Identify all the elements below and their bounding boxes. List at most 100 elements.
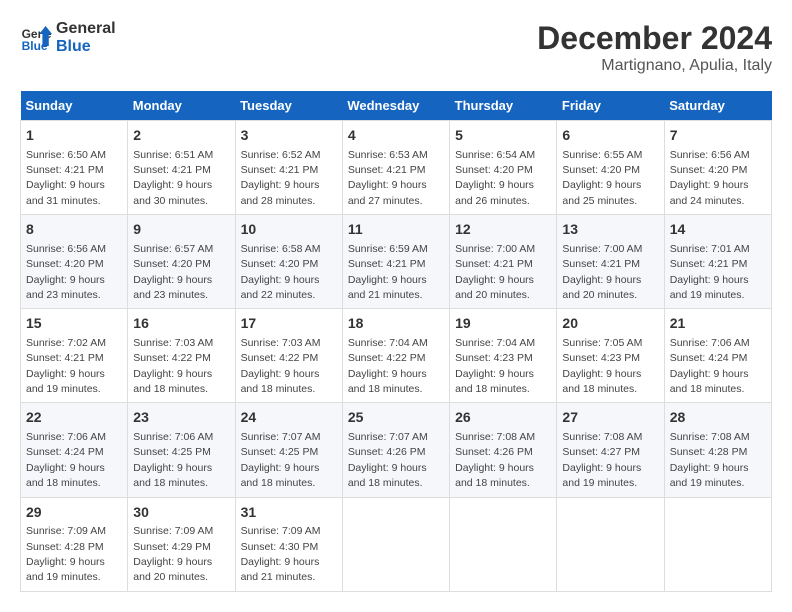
day-number: 22 [26,408,122,428]
day-info: Sunrise: 7:07 AMSunset: 4:25 PMDaylight:… [241,431,321,489]
day-number: 4 [348,126,444,146]
header: General Blue General Blue December 2024 … [20,20,772,75]
day-number: 21 [670,314,766,334]
day-info: Sunrise: 6:59 AMSunset: 4:21 PMDaylight:… [348,243,428,301]
calendar-cell: 9 Sunrise: 6:57 AMSunset: 4:20 PMDaylight… [128,215,235,309]
weekday-header-sunday: Sunday [21,91,128,121]
calendar-cell: 18 Sunrise: 7:04 AMSunset: 4:22 PMDayligh… [342,309,449,403]
calendar-cell: 6 Sunrise: 6:55 AMSunset: 4:20 PMDaylight… [557,121,664,215]
weekday-header-saturday: Saturday [664,91,771,121]
day-info: Sunrise: 7:04 AMSunset: 4:23 PMDaylight:… [455,337,535,395]
month-year-title: December 2024 [537,20,772,57]
calendar-cell: 13Sunrise: 7:00 AMSunset: 4:21 PMDayligh… [557,215,664,309]
calendar-week-5: 29Sunrise: 7:09 AMSunset: 4:28 PMDayligh… [21,497,772,591]
calendar-cell: 3 Sunrise: 6:52 AMSunset: 4:21 PMDaylight… [235,121,342,215]
calendar-cell: 21 Sunrise: 7:06 AMSunset: 4:24 PMDayligh… [664,309,771,403]
day-info: Sunrise: 7:07 AMSunset: 4:26 PMDaylight:… [348,431,428,489]
calendar-cell: 10Sunrise: 6:58 AMSunset: 4:20 PMDayligh… [235,215,342,309]
weekday-header-friday: Friday [557,91,664,121]
calendar-cell: 8 Sunrise: 6:56 AMSunset: 4:20 PMDaylight… [21,215,128,309]
calendar-cell: 4 Sunrise: 6:53 AMSunset: 4:21 PMDaylight… [342,121,449,215]
day-number: 9 [133,220,229,240]
day-info: Sunrise: 6:50 AMSunset: 4:21 PMDaylight:… [26,149,106,207]
day-number: 20 [562,314,658,334]
calendar-cell: 31Sunrise: 7:09 AMSunset: 4:30 PMDayligh… [235,497,342,591]
day-info: Sunrise: 6:57 AMSunset: 4:20 PMDaylight:… [133,243,213,301]
day-number: 13 [562,220,658,240]
calendar-cell: 2 Sunrise: 6:51 AMSunset: 4:21 PMDaylight… [128,121,235,215]
day-info: Sunrise: 6:52 AMSunset: 4:21 PMDaylight:… [241,149,321,207]
day-info: Sunrise: 6:56 AMSunset: 4:20 PMDaylight:… [26,243,106,301]
calendar-cell: 14 Sunrise: 7:01 AMSunset: 4:21 PMDayligh… [664,215,771,309]
calendar-week-4: 22 Sunrise: 7:06 AMSunset: 4:24 PMDayligh… [21,403,772,497]
day-number: 15 [26,314,122,334]
calendar-cell: 19 Sunrise: 7:04 AMSunset: 4:23 PMDayligh… [450,309,557,403]
day-number: 2 [133,126,229,146]
day-number: 6 [562,126,658,146]
calendar-cell [342,497,449,591]
location-subtitle: Martignano, Apulia, Italy [537,57,772,75]
weekday-row: SundayMondayTuesdayWednesdayThursdayFrid… [21,91,772,121]
calendar-week-1: 1 Sunrise: 6:50 AMSunset: 4:21 PMDaylight… [21,121,772,215]
day-number: 1 [26,126,122,146]
day-number: 30 [133,503,229,523]
day-info: Sunrise: 7:08 AMSunset: 4:28 PMDaylight:… [670,431,750,489]
day-info: Sunrise: 6:58 AMSunset: 4:20 PMDaylight:… [241,243,321,301]
day-info: Sunrise: 7:01 AMSunset: 4:21 PMDaylight:… [670,243,750,301]
day-number: 17 [241,314,337,334]
day-number: 25 [348,408,444,428]
calendar-cell: 23Sunrise: 7:06 AMSunset: 4:25 PMDayligh… [128,403,235,497]
calendar-cell [664,497,771,591]
day-number: 16 [133,314,229,334]
calendar-cell: 17 Sunrise: 7:03 AMSunset: 4:22 PMDayligh… [235,309,342,403]
day-number: 28 [670,408,766,428]
day-info: Sunrise: 7:03 AMSunset: 4:22 PMDaylight:… [133,337,213,395]
calendar-cell: 28 Sunrise: 7:08 AMSunset: 4:28 PMDayligh… [664,403,771,497]
day-number: 24 [241,408,337,428]
calendar-cell [450,497,557,591]
day-info: Sunrise: 6:56 AMSunset: 4:20 PMDaylight:… [670,149,750,207]
calendar-body: 1 Sunrise: 6:50 AMSunset: 4:21 PMDaylight… [21,121,772,592]
day-number: 12 [455,220,551,240]
day-info: Sunrise: 6:51 AMSunset: 4:21 PMDaylight:… [133,149,213,207]
weekday-header-monday: Monday [128,91,235,121]
weekday-header-tuesday: Tuesday [235,91,342,121]
day-info: Sunrise: 7:06 AMSunset: 4:24 PMDaylight:… [670,337,750,395]
day-info: Sunrise: 7:09 AMSunset: 4:30 PMDaylight:… [241,525,321,583]
day-number: 26 [455,408,551,428]
day-number: 19 [455,314,551,334]
day-info: Sunrise: 7:03 AMSunset: 4:22 PMDaylight:… [241,337,321,395]
calendar-cell: 27 Sunrise: 7:08 AMSunset: 4:27 PMDayligh… [557,403,664,497]
logo-icon: General Blue [20,22,52,54]
calendar-week-3: 15 Sunrise: 7:02 AMSunset: 4:21 PMDayligh… [21,309,772,403]
day-info: Sunrise: 6:53 AMSunset: 4:21 PMDaylight:… [348,149,428,207]
day-number: 31 [241,503,337,523]
day-number: 18 [348,314,444,334]
day-number: 11 [348,220,444,240]
day-info: Sunrise: 7:05 AMSunset: 4:23 PMDaylight:… [562,337,642,395]
day-number: 8 [26,220,122,240]
day-info: Sunrise: 7:08 AMSunset: 4:27 PMDaylight:… [562,431,642,489]
day-number: 14 [670,220,766,240]
calendar-cell: 5Sunrise: 6:54 AMSunset: 4:20 PMDaylight… [450,121,557,215]
calendar-cell: 11 Sunrise: 6:59 AMSunset: 4:21 PMDayligh… [342,215,449,309]
day-info: Sunrise: 7:09 AMSunset: 4:29 PMDaylight:… [133,525,213,583]
calendar-cell: 25 Sunrise: 7:07 AMSunset: 4:26 PMDayligh… [342,403,449,497]
day-number: 7 [670,126,766,146]
day-info: Sunrise: 7:02 AMSunset: 4:21 PMDaylight:… [26,337,106,395]
day-info: Sunrise: 7:06 AMSunset: 4:25 PMDaylight:… [133,431,213,489]
calendar-cell: 12Sunrise: 7:00 AMSunset: 4:21 PMDayligh… [450,215,557,309]
weekday-header-wednesday: Wednesday [342,91,449,121]
calendar-cell: 22 Sunrise: 7:06 AMSunset: 4:24 PMDayligh… [21,403,128,497]
calendar-cell: 29Sunrise: 7:09 AMSunset: 4:28 PMDayligh… [21,497,128,591]
day-info: Sunrise: 7:09 AMSunset: 4:28 PMDaylight:… [26,525,106,583]
calendar-cell: 16 Sunrise: 7:03 AMSunset: 4:22 PMDayligh… [128,309,235,403]
logo: General Blue General Blue [20,20,116,55]
day-number: 3 [241,126,337,146]
day-info: Sunrise: 6:55 AMSunset: 4:20 PMDaylight:… [562,149,642,207]
day-info: Sunrise: 6:54 AMSunset: 4:20 PMDaylight:… [455,149,535,207]
logo-blue: Blue [56,38,116,56]
day-number: 27 [562,408,658,428]
day-info: Sunrise: 7:06 AMSunset: 4:24 PMDaylight:… [26,431,106,489]
day-info: Sunrise: 7:04 AMSunset: 4:22 PMDaylight:… [348,337,428,395]
